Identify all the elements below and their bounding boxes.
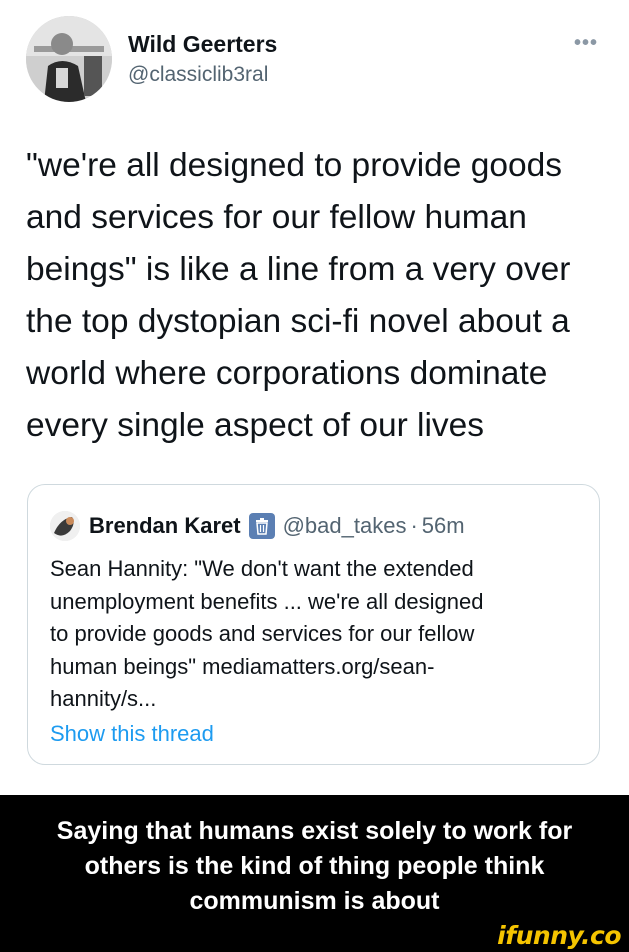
tweet-card: Wild Geerters @classiclib3ral ••• "we're… <box>0 0 629 795</box>
quoted-timestamp[interactable]: 56m <box>422 513 465 539</box>
ifunny-watermark: ifunny.co <box>497 921 621 950</box>
author-name[interactable]: Wild Geerters <box>128 31 277 58</box>
meme-caption: Saying that humans exist solely to work … <box>0 795 629 952</box>
quoted-tweet[interactable]: Brendan Karet @bad_takes · 56m Sean Hannit… <box>27 484 600 765</box>
more-options-icon[interactable]: ••• <box>574 32 598 55</box>
meta-separator: · <box>410 513 418 538</box>
caption-text: Saying that humans exist solely to work … <box>56 817 573 915</box>
show-thread-link[interactable]: Show this thread <box>50 721 214 747</box>
trash-can-icon <box>248 513 275 539</box>
author-handle[interactable]: @classiclib3ral <box>128 63 268 87</box>
quoted-author-avatar[interactable] <box>50 511 80 541</box>
quoted-header: Brendan Karet @bad_takes · 56m <box>89 511 465 541</box>
quoted-tweet-text: Sean Hannity: "We don't want the extende… <box>50 556 484 711</box>
quoted-author-name[interactable]: Brendan Karet <box>89 513 241 539</box>
author-avatar[interactable] <box>26 16 112 102</box>
quoted-author-handle[interactable]: @bad_takes <box>283 513 407 539</box>
tweet-text: "we're all designed to provide goods and… <box>26 147 571 444</box>
